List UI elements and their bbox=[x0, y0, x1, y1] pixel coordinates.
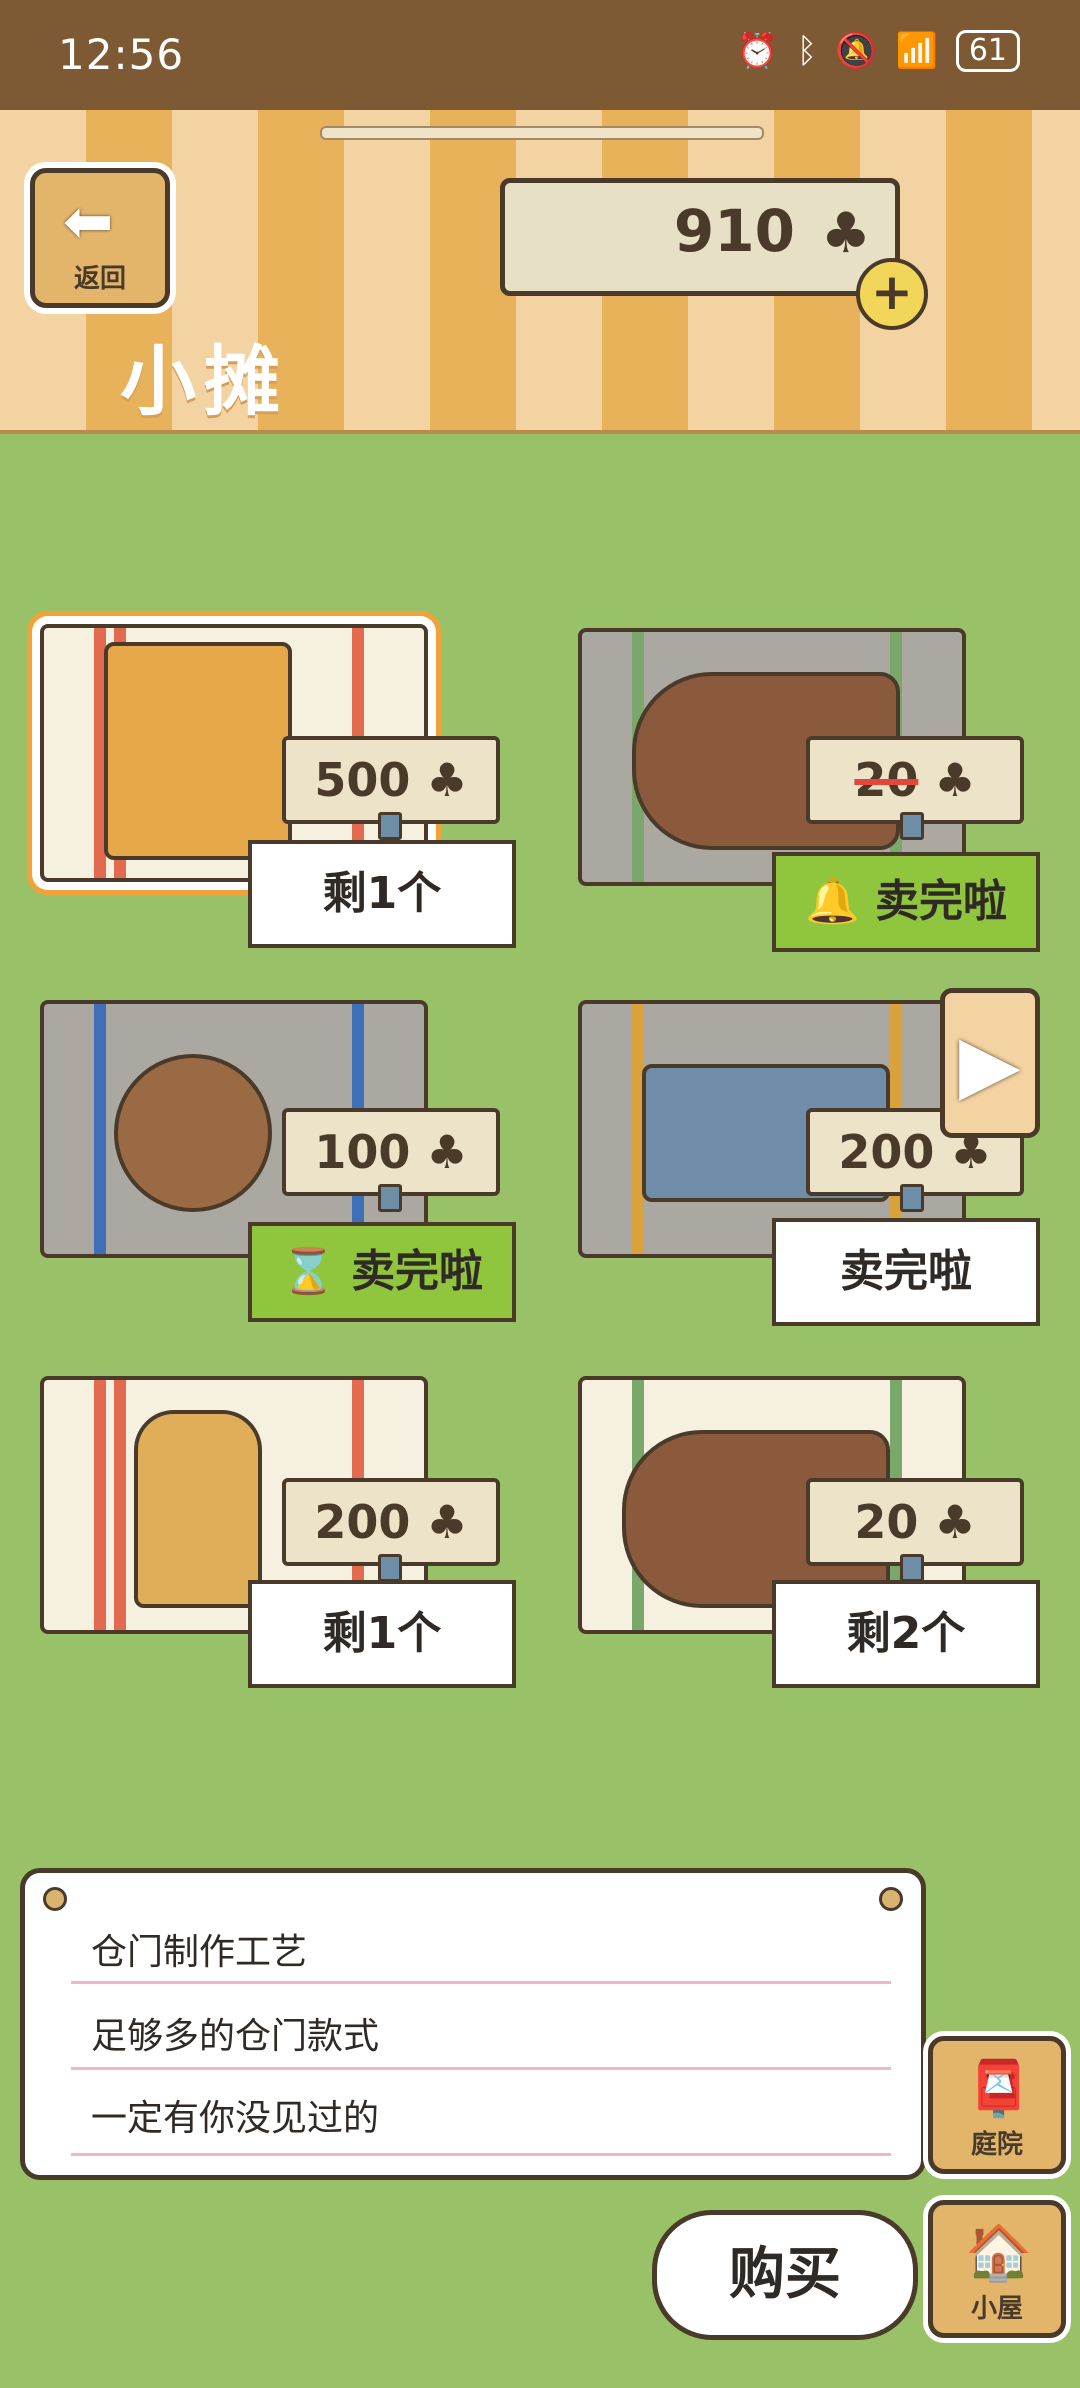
chevron-right-icon: ▶ bbox=[959, 1017, 1021, 1110]
nail-icon bbox=[43, 1887, 67, 1911]
bluetooth-icon: ᛒ bbox=[796, 31, 818, 71]
price-pin bbox=[900, 812, 924, 840]
price-pin bbox=[378, 1184, 402, 1212]
back-arrow-icon: ⬅ bbox=[63, 187, 114, 257]
house-icon: 🏠 bbox=[965, 2221, 1033, 2284]
clover-icon: ♣ bbox=[820, 201, 871, 266]
item-3-soldout-badge: ⌛ 卖完啦 bbox=[248, 1222, 516, 1322]
item-5-price: 200 ♣ bbox=[282, 1478, 500, 1566]
price-pin bbox=[378, 1554, 402, 1582]
item-4-stock: 卖完啦 bbox=[772, 1218, 1040, 1326]
clover-icon: ♣ bbox=[934, 1495, 976, 1549]
next-page-button[interactable]: ▶ bbox=[940, 988, 1040, 1138]
status-bar: 12:56 ⏰ ᛒ 🔕 📶 61 bbox=[0, 0, 1080, 110]
item-1-stock: 剩1个 bbox=[248, 840, 516, 948]
back-button[interactable]: ⬅ 返回 bbox=[30, 168, 170, 308]
price-pin bbox=[900, 1184, 924, 1212]
buy-button[interactable]: 购买 bbox=[652, 2210, 918, 2340]
item-2-price: 20 ♣ bbox=[806, 736, 1024, 824]
back-label: 返回 bbox=[73, 264, 126, 294]
divider bbox=[71, 2153, 891, 2156]
divider bbox=[71, 2067, 891, 2070]
clover-icon: ♣ bbox=[934, 753, 976, 807]
nail-icon bbox=[879, 1887, 903, 1911]
description-line-3: 一定有你没见过的 bbox=[91, 2098, 380, 2139]
currency-display: 910 ♣ bbox=[500, 178, 900, 296]
house-label: 小屋 bbox=[970, 2294, 1023, 2324]
status-time: 12:56 bbox=[58, 30, 185, 79]
hourglass-icon: ⌛ bbox=[280, 1246, 336, 1297]
wifi-icon: 📶 bbox=[895, 31, 938, 71]
price-pin bbox=[900, 1554, 924, 1582]
drag-handle bbox=[320, 126, 764, 140]
status-icons: ⏰ ᛒ 🔕 📶 61 bbox=[736, 30, 1020, 72]
yard-button[interactable]: 📮 庭院 bbox=[928, 2036, 1066, 2174]
description-panel: 仓门制作工艺 足够多的仓门款式 一定有你没见过的 bbox=[20, 1868, 926, 2180]
add-currency-button[interactable]: + bbox=[856, 258, 928, 330]
price-pin bbox=[378, 812, 402, 840]
clover-icon: ♣ bbox=[426, 753, 468, 807]
blueprint-card-image bbox=[104, 642, 292, 860]
item-5-stock: 剩1个 bbox=[248, 1580, 516, 1688]
pampas-bouquet-image bbox=[134, 1410, 262, 1608]
clover-icon: ♣ bbox=[426, 1495, 468, 1549]
house-button[interactable]: 🏠 小屋 bbox=[928, 2200, 1066, 2338]
description-line-1: 仓门制作工艺 bbox=[91, 1932, 308, 1973]
description-line-2: 足够多的仓门款式 bbox=[91, 2016, 380, 2057]
item-6-price: 20 ♣ bbox=[806, 1478, 1024, 1566]
spool-image bbox=[114, 1054, 272, 1212]
item-2-soldout-badge: 🔔 卖完啦 bbox=[772, 852, 1040, 952]
bell-icon: 🔔 bbox=[804, 876, 860, 927]
currency-value: 910 bbox=[673, 197, 795, 265]
divider bbox=[71, 1981, 891, 1984]
alarm-icon: ⏰ bbox=[736, 31, 779, 71]
item-3-price: 100 ♣ bbox=[282, 1108, 500, 1196]
battery-indicator: 61 bbox=[955, 30, 1020, 72]
mute-icon: 🔕 bbox=[835, 31, 878, 71]
clover-icon: ♣ bbox=[426, 1125, 468, 1179]
item-6-stock: 剩2个 bbox=[772, 1580, 1040, 1688]
yard-label: 庭院 bbox=[970, 2130, 1023, 2160]
mailbox-icon: 📮 bbox=[965, 2057, 1033, 2120]
item-1-price: 500 ♣ bbox=[282, 736, 500, 824]
page-title: 小摊 bbox=[120, 337, 288, 426]
